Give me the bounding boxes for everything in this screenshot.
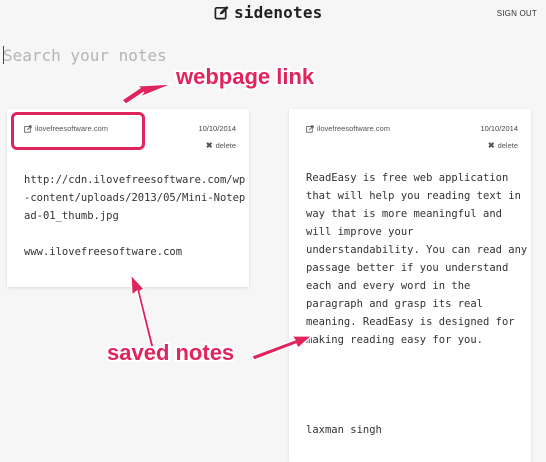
note-body[interactable]: ReadEasy is free web application that wi…	[306, 169, 532, 349]
close-x-icon: ✖	[205, 141, 213, 150]
app-logo: sidenotes	[214, 3, 323, 22]
app-title: sidenotes	[234, 3, 323, 22]
top-bar: sidenotes SIGN OUT	[0, 0, 546, 26]
note-body[interactable]: http://cdn.ilovefreesoftware.com/wp-cont…	[24, 171, 250, 261]
note-card[interactable]: ilovefreesoftware.com 10/10/2014 ✖ delet…	[289, 109, 531, 462]
note-link-text[interactable]: ilovefreesoftware.com	[317, 124, 390, 133]
note-date: 10/10/2014	[480, 124, 518, 133]
delete-button[interactable]: ✖ delete	[488, 141, 518, 150]
saved-notes-callout: saved notes	[107, 340, 235, 365]
sign-out-link[interactable]: SIGN OUT	[497, 9, 537, 18]
delete-label: delete	[497, 141, 518, 150]
external-link-icon	[306, 124, 314, 133]
delete-button[interactable]: ✖ delete	[206, 141, 236, 150]
delete-label: delete	[215, 141, 236, 150]
note-date: 10/10/2014	[198, 124, 236, 133]
close-x-icon: ✖	[487, 141, 495, 150]
link-highlight-box	[11, 112, 145, 150]
pencil-edit-icon	[214, 5, 229, 20]
arrow-to-link	[121, 83, 173, 105]
note-author: laxman singh	[306, 424, 382, 436]
text-cursor	[3, 46, 4, 64]
webpage-link-callout: webpage link	[176, 64, 315, 89]
note-webpage-link[interactable]: ilovefreesoftware.com	[306, 124, 390, 133]
